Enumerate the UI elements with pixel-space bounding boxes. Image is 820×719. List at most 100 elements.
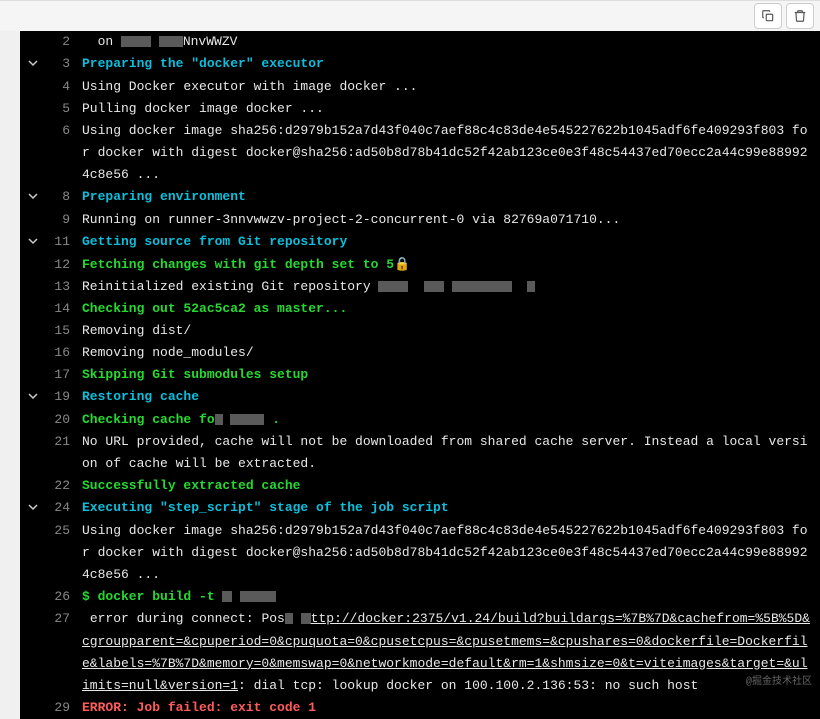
line-number[interactable]: 20: [42, 409, 82, 431]
redacted-segment: [230, 414, 264, 425]
redacted-segment: [159, 36, 183, 47]
log-line: 25Using docker image sha256:d2979b152a7d…: [20, 520, 820, 586]
text-segment: [444, 279, 452, 294]
redacted-segment: [301, 613, 311, 624]
log-content: Running on runner-3nnvwwzv-project-2-con…: [82, 209, 820, 231]
log-content: Fetching changes with git depth set to 5…: [82, 254, 820, 276]
line-number[interactable]: 24: [42, 497, 82, 519]
log-content: Preparing environment: [82, 186, 820, 208]
log-content: on NnvWWZV: [82, 31, 820, 53]
line-number[interactable]: 25: [42, 520, 82, 542]
line-number[interactable]: 19: [42, 386, 82, 408]
line-number[interactable]: 14: [42, 298, 82, 320]
chevron-down-icon[interactable]: [24, 386, 42, 409]
delete-button[interactable]: [786, 3, 814, 29]
redacted-segment: [424, 281, 444, 292]
text-segment: NnvWWZV: [183, 34, 238, 49]
log-line: 8Preparing environment: [20, 186, 820, 209]
log-line: 2 on NnvWWZV: [20, 31, 820, 53]
log-line: 13Reinitialized existing Git repository: [20, 276, 820, 298]
redacted-segment: [378, 281, 408, 292]
text-segment: [151, 34, 159, 49]
text-segment: Successfully extracted cache: [82, 478, 300, 493]
text-segment: on: [82, 34, 121, 49]
redacted-segment: [285, 613, 293, 624]
log-line: 16Removing node_modules/: [20, 342, 820, 364]
log-content: No URL provided, cache will not be downl…: [82, 431, 820, 475]
text-segment: Restoring cache: [82, 389, 199, 404]
chevron-down-icon[interactable]: [24, 53, 42, 76]
line-number[interactable]: 9: [42, 209, 82, 231]
log-line: 3Preparing the "docker" executor: [20, 53, 820, 76]
log-content: Pulling docker image docker ...: [82, 98, 820, 120]
text-segment: Preparing the "docker" executor: [82, 56, 324, 71]
text-segment: Checking out 52ac5ca2 as master...: [82, 301, 347, 316]
log-content: error during connect: Pos ttp://docker:2…: [82, 608, 820, 696]
redacted-segment: [240, 591, 276, 602]
log-console: 2 on NnvWWZV3Preparing the "docker" exec…: [20, 31, 820, 719]
line-number[interactable]: 27: [42, 608, 82, 630]
chevron-down-icon[interactable]: [24, 186, 42, 209]
text-segment: Fetching changes with git depth set to 5: [82, 257, 394, 272]
log-line: 4Using Docker executor with image docker…: [20, 76, 820, 98]
redacted-segment: [121, 36, 151, 47]
copy-button[interactable]: [754, 3, 782, 29]
chevron-down-icon[interactable]: [24, 231, 42, 254]
text-segment: Preparing environment: [82, 189, 246, 204]
line-number[interactable]: 17: [42, 364, 82, 386]
log-line: 9Running on runner-3nnvwwzv-project-2-co…: [20, 209, 820, 231]
top-toolbar: [0, 0, 820, 31]
text-segment: No URL provided, cache will not be downl…: [82, 434, 808, 471]
redacted-segment: [222, 591, 232, 602]
watermark: @掘金技术社区: [746, 674, 812, 691]
log-line: 21No URL provided, cache will not be dow…: [20, 431, 820, 475]
text-segment: Removing node_modules/: [82, 345, 254, 360]
text-segment: Removing dist/: [82, 323, 191, 338]
log-content: Using docker image sha256:d2979b152a7d43…: [82, 120, 820, 186]
text-segment: Using docker image sha256:d2979b152a7d43…: [82, 123, 808, 182]
line-number[interactable]: 11: [42, 231, 82, 253]
log-content: Skipping Git submodules setup: [82, 364, 820, 386]
text-segment: Getting source from Git repository: [82, 234, 347, 249]
line-number[interactable]: 3: [42, 53, 82, 75]
log-line: 27 error during connect: Pos ttp://docke…: [20, 608, 820, 696]
text-segment: [408, 279, 424, 294]
line-number[interactable]: 21: [42, 431, 82, 453]
line-number[interactable]: 15: [42, 320, 82, 342]
text-segment: Executing "step_script" stage of the job…: [82, 500, 449, 515]
redacted-segment: [527, 281, 535, 292]
log-line: 14Checking out 52ac5ca2 as master...: [20, 298, 820, 320]
log-content: ERROR: Job failed: exit code 1: [82, 697, 820, 719]
text-segment: [223, 412, 231, 427]
line-number[interactable]: 6: [42, 120, 82, 142]
log-line: 6Using docker image sha256:d2979b152a7d4…: [20, 120, 820, 186]
line-number[interactable]: 5: [42, 98, 82, 120]
line-number[interactable]: 29: [42, 697, 82, 719]
line-number[interactable]: 13: [42, 276, 82, 298]
redacted-segment: [452, 281, 512, 292]
chevron-down-icon[interactable]: [24, 497, 42, 520]
line-number[interactable]: 12: [42, 254, 82, 276]
log-line: 20Checking cache fo .: [20, 409, 820, 431]
text-segment: Pulling docker image docker ...: [82, 101, 324, 116]
log-line: 17Skipping Git submodules setup: [20, 364, 820, 386]
log-content: Checking cache fo .: [82, 409, 820, 431]
line-number[interactable]: 22: [42, 475, 82, 497]
text-segment: $ docker build -t: [82, 589, 222, 604]
copy-icon: [761, 9, 775, 23]
log-content: Successfully extracted cache: [82, 475, 820, 497]
line-number[interactable]: 26: [42, 586, 82, 608]
text-segment: error during connect: Pos: [82, 611, 285, 626]
line-number[interactable]: 2: [42, 31, 82, 53]
log-content: Removing dist/: [82, 320, 820, 342]
log-line: 22Successfully extracted cache: [20, 475, 820, 497]
text-segment: [293, 611, 301, 626]
line-number[interactable]: 16: [42, 342, 82, 364]
text-segment: ERROR: Job failed: exit code 1: [82, 700, 316, 715]
text-segment: Using Docker executor with image docker …: [82, 79, 417, 94]
text-segment: Running on runner-3nnvwwzv-project-2-con…: [82, 212, 620, 227]
line-number[interactable]: 8: [42, 186, 82, 208]
log-content: Removing node_modules/: [82, 342, 820, 364]
log-line: 12Fetching changes with git depth set to…: [20, 254, 820, 276]
line-number[interactable]: 4: [42, 76, 82, 98]
